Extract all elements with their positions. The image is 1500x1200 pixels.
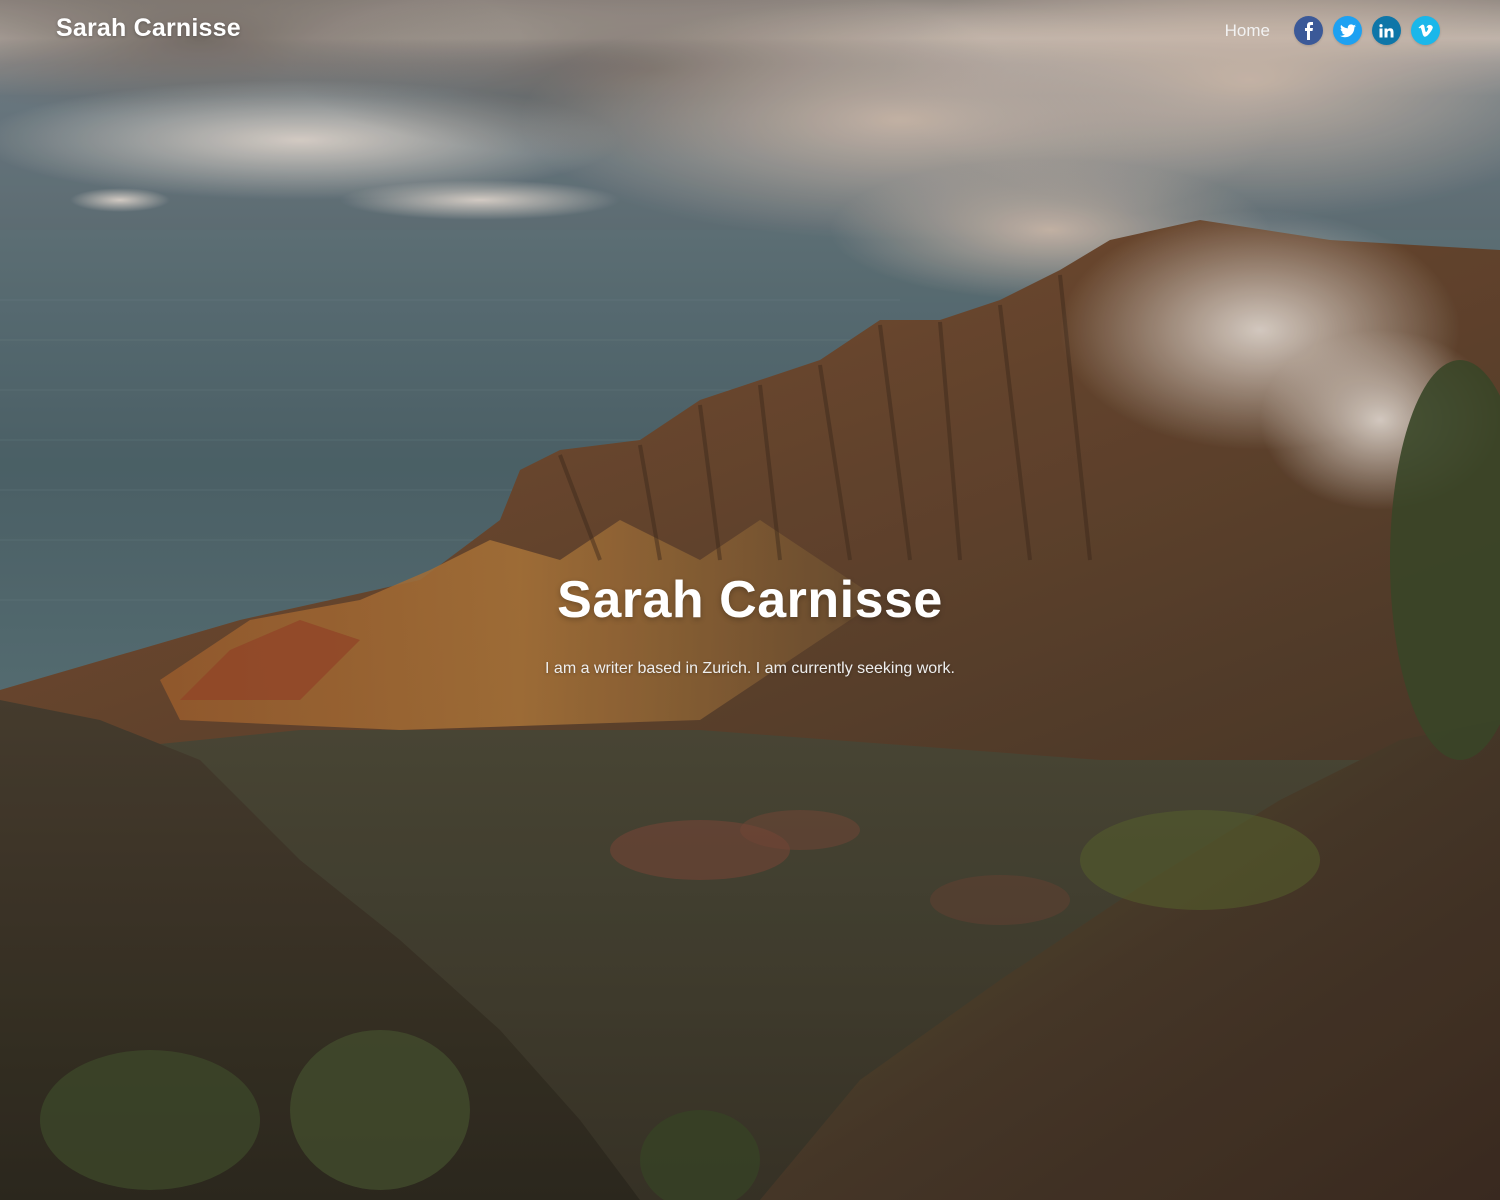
nav-right-group: Home	[1225, 16, 1440, 45]
nav-link-home[interactable]: Home	[1225, 21, 1270, 41]
hero-title: Sarah Carnisse	[557, 571, 943, 629]
twitter-icon[interactable]	[1333, 16, 1362, 45]
hero-subtitle: I am a writer based in Zurich. I am curr…	[545, 660, 955, 677]
facebook-icon[interactable]	[1294, 16, 1323, 45]
hero-section: Sarah Carnisse Home Sarah Carnisse I am …	[0, 0, 1500, 1200]
hero-text-block: Sarah Carnisse I am a writer based in Zu…	[0, 570, 1500, 678]
linkedin-icon[interactable]	[1372, 16, 1401, 45]
vimeo-icon[interactable]	[1411, 16, 1440, 45]
site-brand-link[interactable]: Sarah Carnisse	[56, 14, 241, 43]
top-navigation: Sarah Carnisse Home	[0, 0, 1500, 60]
